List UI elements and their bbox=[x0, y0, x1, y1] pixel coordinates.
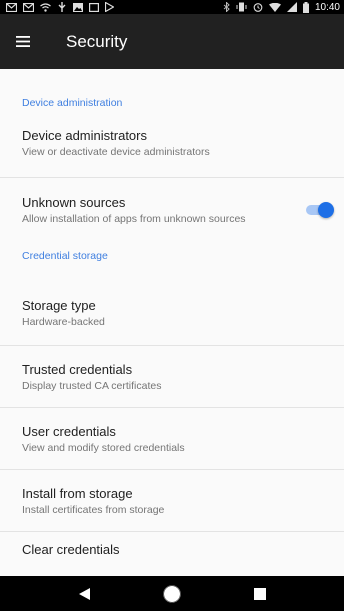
setting-title: Unknown sources bbox=[22, 195, 126, 210]
unknown-sources-toggle[interactable] bbox=[306, 202, 334, 218]
setting-unknown-sources[interactable]: Unknown sources Allow installation of ap… bbox=[0, 178, 344, 242]
setting-summary: Install certificates from storage bbox=[22, 503, 165, 516]
setting-device-administrators[interactable]: Device administrators View or deactivate… bbox=[0, 109, 344, 178]
setting-title: Trusted credentials bbox=[22, 361, 133, 377]
bluetooth-icon bbox=[223, 2, 230, 12]
toggle-thumb bbox=[318, 202, 334, 218]
recents-button[interactable] bbox=[240, 576, 280, 611]
image-icon bbox=[73, 2, 83, 12]
setting-summary: Display trusted CA certificates bbox=[22, 379, 162, 392]
setting-clear-credentials[interactable]: Clear credentials bbox=[0, 532, 344, 576]
setting-summary: View and modify stored credentials bbox=[22, 441, 185, 454]
setting-user-credentials[interactable]: User credentials View and modify stored … bbox=[0, 408, 344, 470]
cell-signal-icon bbox=[286, 2, 297, 12]
app-toolbar: Security bbox=[0, 14, 344, 69]
hamburger-menu-icon bbox=[16, 36, 30, 47]
wifi-signal-icon bbox=[268, 2, 281, 12]
vibrate-icon bbox=[236, 2, 247, 12]
menu-button[interactable] bbox=[10, 14, 36, 69]
setting-storage-type[interactable]: Storage type Hardware-backed bbox=[0, 280, 344, 346]
gmail-icon bbox=[6, 2, 17, 12]
alarm-icon bbox=[253, 3, 263, 12]
setting-summary: View or deactivate device administrators bbox=[22, 146, 210, 158]
battery-icon bbox=[302, 1, 309, 13]
status-right-icons: 10:40 bbox=[223, 1, 340, 13]
settings-list: Device administration Device administrat… bbox=[0, 69, 344, 576]
setting-title: Clear credentials bbox=[22, 542, 120, 557]
category-device-administration: Device administration bbox=[22, 97, 123, 109]
setting-summary: Allow installation of apps from unknown … bbox=[22, 213, 246, 225]
status-bar: 10:40 bbox=[0, 0, 344, 14]
usb-icon bbox=[58, 2, 66, 12]
setting-trusted-credentials[interactable]: Trusted credentials Display trusted CA c… bbox=[0, 346, 344, 408]
page-title: Security bbox=[66, 31, 128, 51]
wifi-icon bbox=[40, 2, 51, 12]
setting-title: User credentials bbox=[22, 423, 116, 439]
setting-title: Install from storage bbox=[22, 485, 133, 501]
setting-install-from-storage[interactable]: Install from storage Install certificate… bbox=[0, 470, 344, 532]
tablet-icon bbox=[89, 2, 99, 12]
navigation-bar bbox=[0, 576, 344, 611]
home-icon bbox=[163, 584, 181, 603]
category-credential-storage: Credential storage bbox=[22, 250, 108, 262]
setting-summary: Hardware-backed bbox=[22, 315, 105, 328]
home-button[interactable] bbox=[152, 576, 192, 611]
back-button[interactable] bbox=[64, 576, 104, 611]
status-time: 10:40 bbox=[314, 1, 340, 13]
setting-title: Storage type bbox=[22, 297, 96, 313]
play-store-icon bbox=[105, 2, 114, 12]
gmail-icon bbox=[23, 2, 34, 12]
setting-title: Device administrators bbox=[22, 128, 147, 143]
recents-icon bbox=[254, 587, 266, 600]
back-icon bbox=[78, 587, 90, 600]
status-left-icons bbox=[6, 2, 114, 12]
